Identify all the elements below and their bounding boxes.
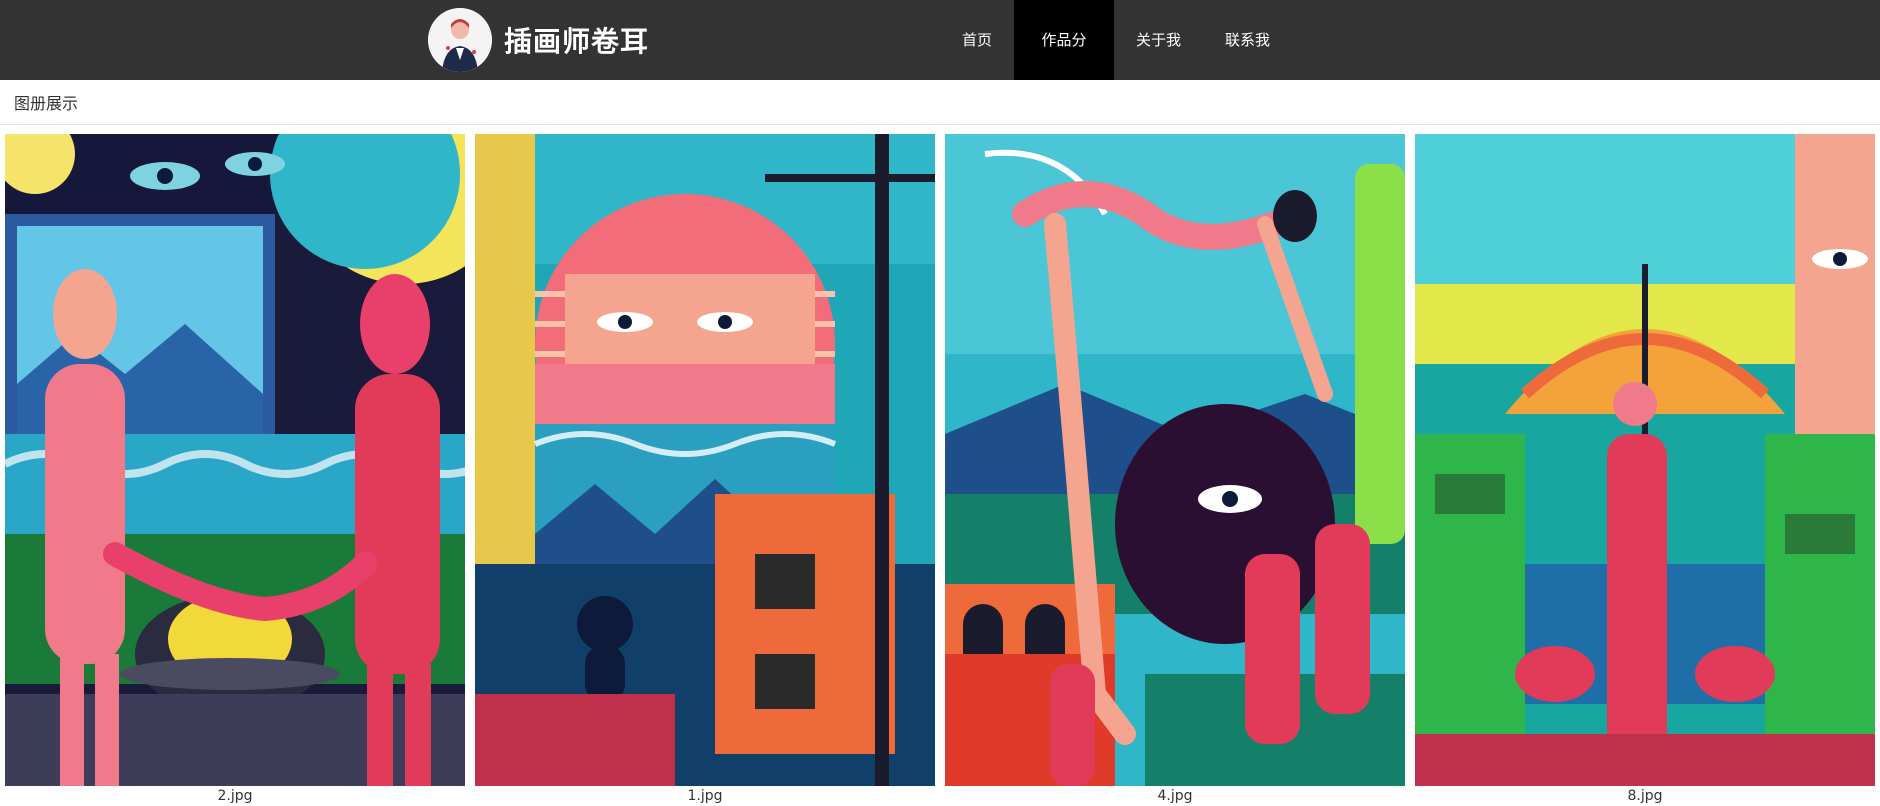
main-nav: 首页 作品分类 关于我 联系我 <box>940 0 1292 129</box>
brand[interactable]: 插画师卷耳 <box>428 0 649 80</box>
gallery-image[interactable] <box>5 134 465 786</box>
gallery-image[interactable] <box>1415 134 1875 786</box>
nav-home[interactable]: 首页 <box>940 0 1014 80</box>
gallery-caption: 4.jpg <box>1157 788 1193 804</box>
nav-works-categories[interactable]: 作品分类 <box>1014 0 1115 129</box>
gallery-image[interactable] <box>475 134 935 786</box>
avatar-illustration <box>428 8 492 72</box>
gallery-card[interactable]: 8.jpg <box>1415 134 1875 804</box>
gallery-caption: 8.jpg <box>1627 788 1663 804</box>
nav-about-me[interactable]: 关于我 <box>1114 0 1203 80</box>
gallery-caption: 2.jpg <box>217 788 253 804</box>
illustration-mannequins <box>5 134 465 786</box>
gallery-card[interactable]: 1.jpg <box>475 134 935 804</box>
gallery-card[interactable]: 4.jpg <box>945 134 1405 804</box>
gallery-caption: 1.jpg <box>687 788 723 804</box>
gallery-card[interactable]: 2.jpg <box>5 134 465 804</box>
nav-contact-me[interactable]: 联系我 <box>1203 0 1292 80</box>
gallery-image[interactable] <box>945 134 1405 786</box>
gallery: 2.jpg 1.jpg 4.jpg 8.jpg <box>0 134 1880 804</box>
section-title: 图册展示 <box>14 94 79 113</box>
illustration-umbrella <box>1415 134 1875 786</box>
top-navigation-bar: 插画师卷耳 首页 作品分类 关于我 联系我 <box>0 0 1880 129</box>
avatar <box>428 8 492 72</box>
illustration-crying-face <box>475 134 935 786</box>
section-header: 图册展示 <box>0 80 1880 125</box>
brand-title: 插画师卷耳 <box>504 25 650 58</box>
illustration-dancer <box>945 134 1405 786</box>
